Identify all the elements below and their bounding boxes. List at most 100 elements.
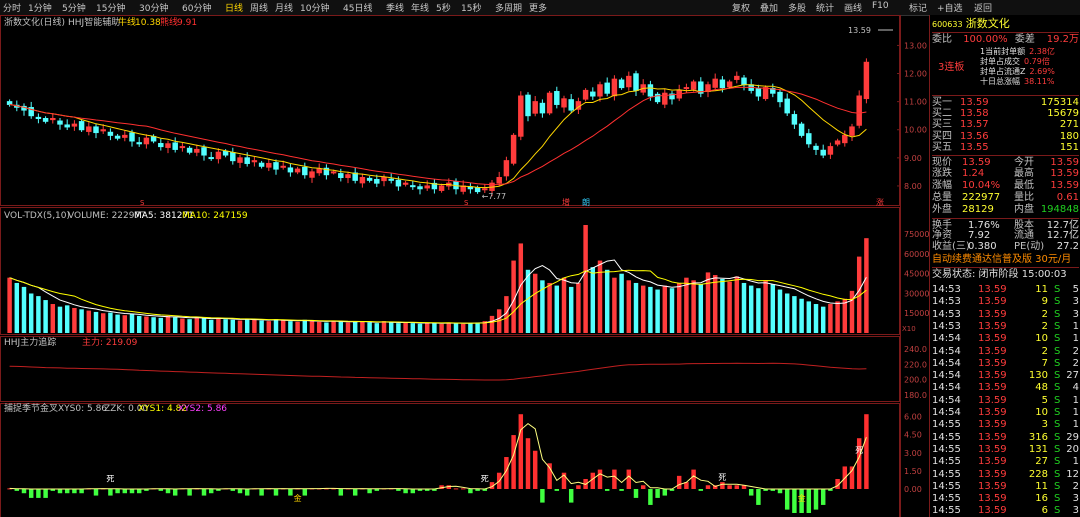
period-14[interactable]: 15秒 [461, 1, 481, 14]
tick-row: 14:55 13.59 228 S 12 [932, 468, 1079, 480]
toolbar-right-2[interactable]: 多股 [788, 1, 806, 14]
vol-bar [813, 304, 819, 333]
candle [107, 131, 114, 136]
period-8[interactable]: 月线 [275, 1, 293, 14]
period-0[interactable]: 分时 [3, 1, 21, 14]
candle [798, 123, 805, 136]
cross-marker-2: 死 [481, 474, 489, 483]
vol-bar [784, 293, 790, 333]
candle [503, 160, 510, 177]
candle [690, 81, 697, 90]
osc-bar [468, 489, 473, 494]
osc-bar [79, 489, 84, 494]
candle [683, 87, 690, 90]
candle [338, 173, 344, 179]
tick-row: 14:54 13.59 48 S 4 [932, 382, 1079, 394]
vol-bar [835, 301, 840, 333]
candle [388, 178, 394, 181]
candle [417, 186, 423, 190]
vol-bar [727, 281, 732, 333]
vol-bar [734, 276, 740, 333]
vol-bar [468, 323, 473, 333]
kline-chart[interactable]: 浙数文化(日线) HHJ智能辅助牛线10.38 熊线9.91 13.00 12.00 11… [0, 15, 929, 517]
vol-bar [381, 321, 387, 333]
candle [647, 84, 654, 97]
vol-bar [180, 318, 185, 333]
vol-bar [72, 307, 77, 333]
period-11[interactable]: 季线 [386, 1, 404, 14]
zl-tick: 180.0 [904, 391, 927, 400]
vol-bar [446, 322, 452, 333]
vol-bar [316, 321, 322, 333]
osc-bar [302, 489, 308, 496]
vol-bar [561, 277, 567, 333]
period-12[interactable]: 年线 [411, 1, 429, 14]
toolbar-right-1[interactable]: 叠加 [760, 1, 778, 14]
vol-bar [770, 284, 776, 333]
period-13[interactable]: 5秒 [436, 1, 451, 14]
toolbar-right-8[interactable]: 返回 [974, 1, 992, 14]
osc-bar [820, 489, 826, 505]
zl-tick: 240.0 [904, 345, 927, 354]
vol-bar [662, 285, 668, 333]
vol-bar [748, 285, 754, 333]
vol-bar [676, 282, 682, 333]
period-toolbar: 分时 1分钟 5分钟 15分钟 30分钟 60分钟 日线 周线 月线 10分钟 45日线 季线 年线 5秒… [0, 0, 1080, 16]
vol-bar [302, 319, 308, 333]
toolbar-right-6[interactable]: 标记 [909, 1, 927, 14]
tick-row: 14:54 13.59 7 S 2 [932, 357, 1079, 369]
toolbar-right-7[interactable]: +自选 [937, 1, 963, 14]
candle [561, 98, 567, 108]
vol-bar [626, 280, 632, 333]
vol-bar [129, 313, 135, 333]
candle [597, 84, 603, 97]
period-6[interactable]: 日线 [225, 1, 243, 14]
tick-row: 14:53 13.59 11 S 5 [932, 284, 1079, 295]
candle [719, 79, 726, 89]
period-9[interactable]: 10分钟 [300, 1, 329, 14]
promo-text[interactable]: 自动续费通达信普及版 30元/月 [932, 253, 1079, 266]
period-7[interactable]: 周线 [250, 1, 268, 14]
marker-s: S [140, 199, 145, 207]
period-10[interactable]: 45日线 [343, 1, 372, 14]
vol-bar [172, 317, 178, 333]
period-2[interactable]: 5分钟 [62, 1, 86, 14]
osc-bar [396, 489, 401, 491]
candle [856, 95, 862, 126]
candle [827, 146, 834, 155]
toolbar-right-0[interactable]: 复权 [732, 1, 750, 14]
candle [294, 168, 301, 173]
tick-row: 14:55 13.59 316 S 29 [932, 431, 1079, 443]
osc-bar [806, 489, 812, 513]
candle [410, 185, 416, 188]
vol-bar [439, 323, 444, 333]
period-4[interactable]: 30分钟 [139, 1, 168, 14]
stat2-row: 收益(三) 0.380 PE(动) 27.2 [932, 241, 1079, 252]
toolbar-right-5[interactable]: F10 [872, 1, 889, 11]
osc-bar [72, 489, 77, 494]
osc-bar [273, 489, 279, 496]
marker-zeng: 增 [562, 197, 570, 207]
bear-line [9, 86, 867, 186]
vol-bar [532, 273, 538, 333]
vol-bar [208, 319, 214, 333]
candle [122, 134, 128, 138]
candle [482, 188, 488, 191]
candle [777, 91, 783, 103]
toolbar-right-3[interactable]: 统计 [816, 1, 834, 14]
tick-row: 14:55 13.59 3 S 1 [932, 419, 1079, 431]
osc-bar [410, 489, 416, 494]
vol-bar [64, 305, 70, 333]
candle [143, 137, 150, 145]
period-15[interactable]: 多周期 [495, 1, 522, 14]
period-16[interactable]: 更多 [529, 1, 547, 14]
osc-bar [633, 489, 639, 498]
vol-bar [338, 321, 344, 333]
toolbar-right-4[interactable]: 画线 [844, 1, 862, 14]
period-3[interactable]: 15分钟 [96, 1, 125, 14]
candle [366, 177, 373, 181]
vol-bar [691, 280, 696, 333]
period-1[interactable]: 1分钟 [28, 1, 52, 14]
candle [345, 174, 351, 179]
period-5[interactable]: 60分钟 [182, 1, 211, 14]
